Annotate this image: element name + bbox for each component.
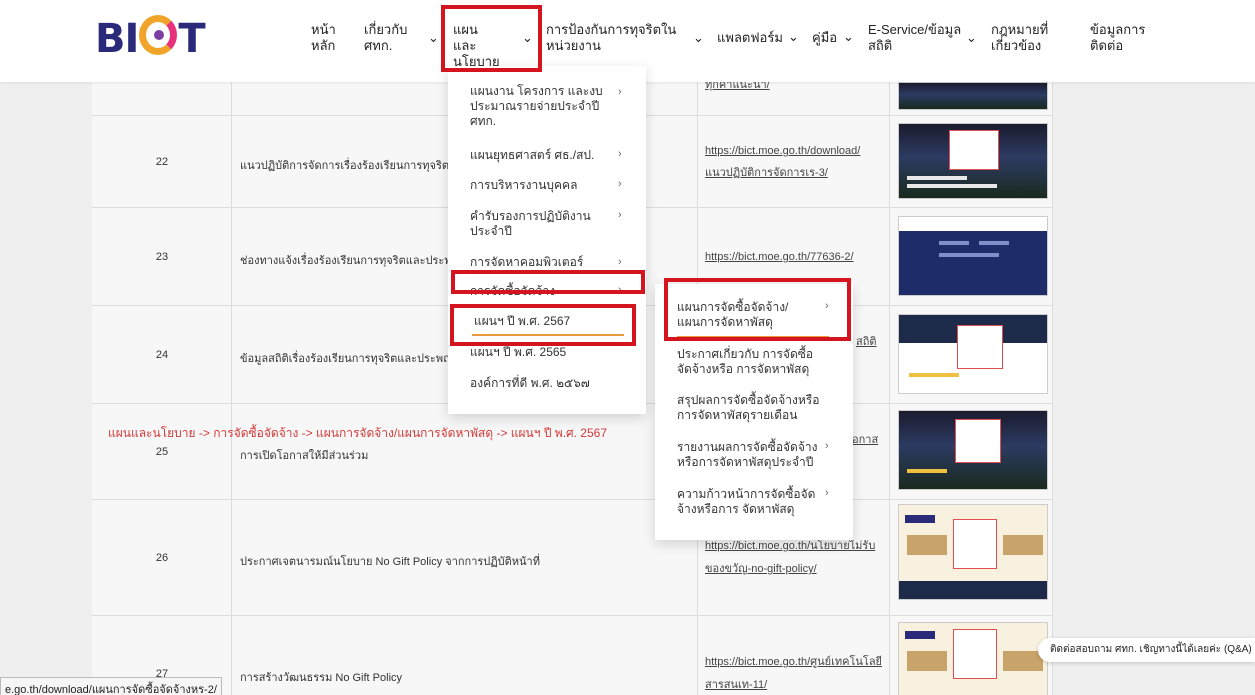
row-number: 26 <box>155 552 169 564</box>
menu-item-annual-budget[interactable]: แผนงาน โครงการ และงบประมาณรายจ่ายประจำปี… <box>470 84 626 129</box>
nav-eservice[interactable]: E-Service/ข้อมูลสถิติ <box>868 22 963 54</box>
highlight-menu-procurement <box>451 270 645 294</box>
row-number: 22 <box>155 156 169 168</box>
menu-item-good-org[interactable]: องค์การที่ดี พ.ศ. ๒๕๖๗ <box>470 376 590 391</box>
bict-logo[interactable]: BI T <box>95 12 206 62</box>
nav-contact[interactable]: ข้อมูลการติดต่อ <box>1090 22 1150 54</box>
nav-platform[interactable]: แพลตฟอร์ม <box>717 30 783 46</box>
row-number: 24 <box>155 349 169 361</box>
chevron-down-icon: ⌄ <box>428 30 439 45</box>
row-thumbnail[interactable] <box>898 622 1048 695</box>
row-link[interactable]: สถิติ <box>856 331 877 353</box>
chevron-down-icon: ⌄ <box>788 29 799 44</box>
row-thumbnail[interactable] <box>898 123 1048 199</box>
row-link-cont[interactable]: แนวปฏิบัติการจัดการเร-3/ <box>705 162 828 184</box>
chevron-down-icon: ⌄ <box>693 30 704 45</box>
row-link[interactable]: https://bict.moe.go.th/download/ <box>705 140 860 162</box>
row-title: การเปิดโอกาสให้มีส่วนร่วม <box>240 450 369 462</box>
menu-item-computer-procurement[interactable]: การจัดหาคอมพิวเตอร์ <box>470 255 583 270</box>
chevron-right-icon: › <box>618 209 622 221</box>
chevron-right-icon: › <box>618 256 622 268</box>
chevron-right-icon: › <box>825 487 829 499</box>
row-thumbnail[interactable] <box>898 82 1048 110</box>
chevron-right-icon: › <box>618 178 622 190</box>
row-title: ข้อมูลสถิติเรื่องร้องเรียนการทุจริตและปร… <box>240 353 465 365</box>
link-status-bar: e.go.th/download/แผนการจัดซื้อจัดจ้างหร-… <box>0 677 222 695</box>
nav-manual[interactable]: คู่มือ <box>812 30 837 46</box>
row-link[interactable]: https://bict.moe.go.th/77636-2/ <box>705 246 854 268</box>
menu-item-performance[interactable]: คำรับรองการปฏิบัติงานประจำปี <box>470 209 620 239</box>
highlight-submenu-procurement-plan <box>664 278 851 341</box>
nav-law[interactable]: กฎหมายที่เกี่ยวข้อง <box>991 22 1061 54</box>
highlight-nav-plans <box>441 5 542 72</box>
row-title: ประกาศเจตนารมณ์นโยบาย No Gift Policy จาก… <box>240 556 540 568</box>
row-number: 25 <box>155 446 169 458</box>
row-link-cont[interactable]: ของขวัญ-no-gift-policy/ <box>705 558 817 580</box>
nav-anticorruption[interactable]: การป้องกันการทุจริตในหน่วยงาน <box>546 22 696 54</box>
chevron-right-icon: › <box>618 86 622 98</box>
table-row: 25 การเปิดโอกาสให้มีส่วนร่วม อกาส <box>92 404 1053 500</box>
row-link[interactable]: อกาส <box>852 429 878 451</box>
row-thumbnail[interactable] <box>898 410 1048 490</box>
nav-home[interactable]: หน้าหลัก <box>311 22 341 54</box>
chevron-down-icon: ⌄ <box>843 29 854 44</box>
menu-item-plan-2565[interactable]: แผนฯ ปี พ.ศ. 2565 <box>470 345 566 360</box>
row-link[interactable]: https://bict.moe.go.th/ศูนย์เทคโนโลยี <box>705 651 882 673</box>
logo-mark-icon <box>139 15 178 55</box>
row-title: แนวปฏิบัติการจัดการเรื่องร้องเรียนการทุจ… <box>240 160 469 172</box>
chevron-down-icon: ⌄ <box>966 30 977 45</box>
row-link-cont[interactable]: สารสนเท-11/ <box>705 674 767 695</box>
row-number: 23 <box>155 251 169 263</box>
highlight-menu-plan-2567 <box>450 304 636 346</box>
row-thumbnail[interactable] <box>898 314 1048 394</box>
chat-widget[interactable]: ติดต่อสอบถาม ศทก. เชิญทางนี้ได้เลยค่ะ (Q… <box>1038 638 1255 662</box>
table-row: 26 ประกาศเจตนารมณ์นโยบาย No Gift Policy … <box>92 500 1053 616</box>
chevron-right-icon: › <box>825 440 829 452</box>
submenu-item-announcements[interactable]: ประกาศเกี่ยวกับ การจัดซื้อจัดจ้างหรือ กา… <box>677 347 817 377</box>
row-thumbnail[interactable] <box>898 216 1048 296</box>
menu-item-strategy[interactable]: แผนยุทธศาสตร์ ศธ./สป. <box>470 148 594 163</box>
row-thumbnail[interactable] <box>898 504 1048 600</box>
table-row: 27 การสร้างวัฒนธรรม No Gift Policy https… <box>92 616 1053 695</box>
breadcrumb-annotation: แผนและนโยบาย -> การจัดซื้อจัดจ้าง -> แผน… <box>108 426 608 440</box>
plans-dropdown: แผนงาน โครงการ และงบประมาณรายจ่ายประจำปี… <box>448 66 646 414</box>
submenu-item-monthly-summary[interactable]: สรุปผลการจัดซื้อจัดจ้างหรือการจัดหาพัสดุ… <box>677 393 827 423</box>
row-title: ช่องทางแจ้งเรื่องร้องเรียนการทุจริตและปร… <box>240 255 466 267</box>
submenu-item-annual-report[interactable]: รายงานผลการจัดซื้อจัดจ้างหรือการจัดหาพัส… <box>677 440 827 470</box>
nav-about[interactable]: เกี่ยวกับ ศทก. <box>364 22 414 54</box>
row-title: การสร้างวัฒนธรรม No Gift Policy <box>240 672 403 684</box>
menu-item-personnel[interactable]: การบริหารงานบุคคล <box>470 178 577 193</box>
chevron-right-icon: › <box>618 148 622 160</box>
submenu-item-progress[interactable]: ความก้าวหน้าการจัดซื้อจัดจ้างหรือการ จัด… <box>677 487 827 517</box>
